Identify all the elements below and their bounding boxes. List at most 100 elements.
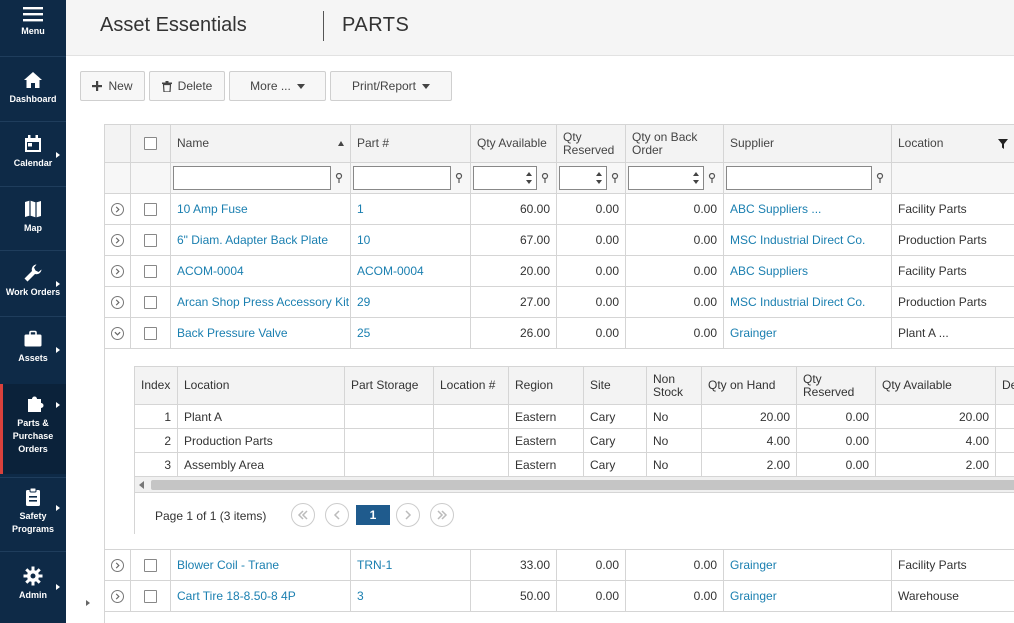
- row-checkbox[interactable]: [144, 589, 157, 603]
- row-checkbox[interactable]: [144, 558, 157, 572]
- select-all-checkbox[interactable]: [144, 137, 157, 150]
- row-checkbox[interactable]: [144, 295, 157, 309]
- spin-down-icon[interactable]: [596, 180, 602, 184]
- spin-down-icon[interactable]: [693, 180, 699, 184]
- subgrid-header-de[interactable]: De: [996, 367, 1014, 405]
- part-number-link[interactable]: 25: [351, 318, 471, 349]
- column-header-supplier[interactable]: Supplier: [724, 125, 892, 163]
- part-name-link[interactable]: 6" Diam. Adapter Back Plate: [171, 225, 351, 256]
- expand-circle-icon[interactable]: [111, 202, 124, 216]
- supplier-link[interactable]: MSC Industrial Direct Co.: [724, 225, 892, 256]
- row-select-cell[interactable]: [131, 318, 171, 349]
- subgrid-header-qty-on-hand[interactable]: Qty on Hand: [702, 367, 797, 405]
- row-expand-toggle[interactable]: [105, 550, 131, 581]
- part-name-link[interactable]: Cart Tire 18-8.50-8 4P: [171, 581, 351, 612]
- row-expand-toggle[interactable]: [105, 287, 131, 318]
- part-name-link[interactable]: 10 Amp Fuse: [171, 194, 351, 225]
- spin-down-icon[interactable]: [526, 180, 532, 184]
- row-checkbox[interactable]: [144, 326, 157, 340]
- row-select-cell[interactable]: [131, 581, 171, 612]
- expand-circle-icon[interactable]: [111, 558, 124, 572]
- sidebar-item-calendar[interactable]: Calendar: [0, 134, 66, 178]
- spin-up-icon[interactable]: [596, 172, 602, 176]
- column-header-qty-back-order[interactable]: Qty on Back Order: [626, 125, 724, 163]
- sidebar-item-admin[interactable]: Admin: [0, 566, 66, 610]
- part-name-link[interactable]: Arcan Shop Press Accessory Kit: [171, 287, 351, 318]
- filter-icon[interactable]: [541, 173, 549, 183]
- column-header-name[interactable]: Name: [171, 125, 351, 163]
- row-checkbox[interactable]: [144, 264, 157, 278]
- subgrid-header-non-stock[interactable]: Non Stock: [647, 367, 702, 405]
- sidebar-expand-arrow-icon[interactable]: [86, 600, 90, 606]
- row-expand-toggle[interactable]: [105, 581, 131, 612]
- supplier-link[interactable]: Grainger: [724, 581, 892, 612]
- qty-back-order-filter-stepper[interactable]: [628, 166, 704, 190]
- next-page-button[interactable]: [396, 503, 420, 527]
- filter-icon[interactable]: [876, 173, 884, 183]
- part-number-link[interactable]: 1: [351, 194, 471, 225]
- part-number-filter-input[interactable]: [353, 166, 451, 190]
- horizontal-scrollbar[interactable]: [135, 477, 1014, 493]
- subgrid-header-index[interactable]: Index: [135, 367, 178, 405]
- supplier-link[interactable]: ABC Suppliers: [724, 256, 892, 287]
- collapse-circle-icon[interactable]: [111, 326, 124, 340]
- filter-icon[interactable]: [708, 173, 716, 183]
- expand-circle-icon[interactable]: [111, 233, 124, 247]
- row-select-cell[interactable]: [131, 225, 171, 256]
- filter-icon[interactable]: [998, 138, 1008, 149]
- subgrid-header-site[interactable]: Site: [584, 367, 647, 405]
- sidebar-item-dashboard[interactable]: Dashboard: [0, 70, 66, 114]
- sidebar-item-parts-purchase-orders[interactable]: Parts & Purchase Orders: [0, 384, 66, 474]
- filter-icon[interactable]: [455, 173, 463, 183]
- sidebar-item-safety-programs[interactable]: Safety Programs: [0, 487, 66, 543]
- previous-page-button[interactable]: [325, 503, 349, 527]
- supplier-link[interactable]: Grainger: [724, 318, 892, 349]
- part-number-link[interactable]: 29: [351, 287, 471, 318]
- spin-up-icon[interactable]: [693, 172, 699, 176]
- expand-circle-icon[interactable]: [111, 589, 124, 603]
- delete-button[interactable]: Delete: [149, 71, 225, 101]
- part-number-link[interactable]: TRN-1: [351, 550, 471, 581]
- qty-available-filter-stepper[interactable]: [473, 166, 537, 190]
- sidebar-item-work-orders[interactable]: Work Orders: [0, 263, 66, 307]
- supplier-filter-input[interactable]: [726, 166, 872, 190]
- column-header-qty-available[interactable]: Qty Available: [471, 125, 557, 163]
- name-filter-input[interactable]: [173, 166, 331, 190]
- part-name-link[interactable]: Back Pressure Valve: [171, 318, 351, 349]
- part-number-link[interactable]: 10: [351, 225, 471, 256]
- more-dropdown-button[interactable]: More ...: [229, 71, 326, 101]
- column-header-qty-reserved[interactable]: Qty Reserved: [557, 125, 626, 163]
- sidebar-item-assets[interactable]: Assets: [0, 329, 66, 373]
- row-checkbox[interactable]: [144, 202, 157, 216]
- supplier-link[interactable]: Grainger: [724, 550, 892, 581]
- row-expand-toggle[interactable]: [105, 256, 131, 287]
- filter-icon[interactable]: [335, 173, 343, 183]
- subgrid-header-part-storage[interactable]: Part Storage: [345, 367, 434, 405]
- header-select-all[interactable]: [131, 125, 171, 163]
- subgrid-header-location-number[interactable]: Location #: [434, 367, 509, 405]
- part-number-link[interactable]: ACOM-0004: [351, 256, 471, 287]
- row-select-cell[interactable]: [131, 550, 171, 581]
- supplier-link[interactable]: MSC Industrial Direct Co.: [724, 287, 892, 318]
- subgrid-header-location[interactable]: Location: [178, 367, 345, 405]
- scrollbar-thumb[interactable]: [151, 480, 1014, 490]
- scroll-left-icon[interactable]: [139, 481, 144, 489]
- last-page-button[interactable]: [430, 503, 454, 527]
- row-expand-toggle[interactable]: [105, 225, 131, 256]
- sidebar-item-map[interactable]: Map: [0, 199, 66, 243]
- subgrid-header-region[interactable]: Region: [509, 367, 584, 405]
- part-number-link[interactable]: 3: [351, 581, 471, 612]
- current-page-button[interactable]: 1: [356, 505, 390, 525]
- print-report-dropdown-button[interactable]: Print/Report: [330, 71, 452, 101]
- column-header-location[interactable]: Location: [892, 125, 1014, 163]
- filter-icon[interactable]: [611, 173, 619, 183]
- row-select-cell[interactable]: [131, 256, 171, 287]
- part-name-link[interactable]: Blower Coil - Trane: [171, 550, 351, 581]
- supplier-link[interactable]: ABC Suppliers ...: [724, 194, 892, 225]
- first-page-button[interactable]: [291, 503, 315, 527]
- subgrid-header-qty-reserved[interactable]: Qty Reserved: [797, 367, 876, 405]
- row-expand-toggle[interactable]: [105, 318, 131, 349]
- expand-circle-icon[interactable]: [111, 295, 124, 309]
- row-expand-toggle[interactable]: [105, 194, 131, 225]
- menu-button[interactable]: Menu: [0, 6, 66, 50]
